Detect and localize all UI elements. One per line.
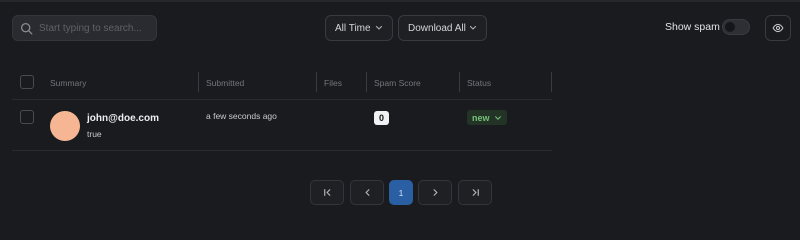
current-page-number: 1 bbox=[398, 187, 404, 198]
toggle-knob bbox=[725, 22, 735, 32]
time-filter-dropdown[interactable]: All Time bbox=[325, 15, 393, 41]
search-input[interactable] bbox=[39, 22, 149, 34]
last-page-button[interactable] bbox=[458, 180, 492, 205]
download-all-label: Download All bbox=[408, 22, 466, 34]
column-header-summary[interactable]: Summary bbox=[50, 78, 86, 88]
column-divider[interactable] bbox=[551, 72, 552, 92]
time-filter-label: All Time bbox=[335, 22, 371, 34]
submission-subtext: true bbox=[87, 129, 102, 139]
show-spam-toggle[interactable] bbox=[722, 19, 750, 35]
search-icon bbox=[20, 22, 33, 34]
avatar bbox=[50, 111, 80, 141]
select-all-checkbox[interactable] bbox=[20, 75, 34, 89]
top-border bbox=[0, 0, 800, 2]
column-header-files[interactable]: Files bbox=[324, 78, 342, 88]
chevron-left-icon bbox=[365, 189, 369, 196]
row-separator bbox=[12, 150, 552, 151]
column-header-submitted[interactable]: Submitted bbox=[206, 78, 244, 88]
download-all-dropdown[interactable]: Download All bbox=[398, 15, 487, 41]
column-divider[interactable] bbox=[366, 72, 367, 92]
status-dropdown[interactable]: new bbox=[467, 110, 507, 125]
spam-score-badge: 0 bbox=[374, 111, 389, 125]
submission-email[interactable]: john@doe.com bbox=[87, 113, 159, 124]
show-spam-label: Show spam bbox=[665, 21, 720, 33]
submitted-time: a few seconds ago bbox=[206, 111, 277, 121]
search-box[interactable] bbox=[12, 15, 157, 41]
column-divider[interactable] bbox=[198, 72, 199, 92]
spam-score-value: 0 bbox=[378, 113, 384, 123]
status-label: new bbox=[472, 112, 490, 123]
first-page-icon bbox=[323, 189, 330, 196]
chevron-down-icon bbox=[375, 25, 383, 30]
view-toggle-button[interactable] bbox=[765, 15, 791, 41]
column-header-spam-score[interactable]: Spam Score bbox=[374, 78, 421, 88]
next-page-button[interactable] bbox=[418, 180, 452, 205]
column-header-status[interactable]: Status bbox=[467, 78, 491, 88]
first-page-button[interactable] bbox=[310, 180, 344, 205]
eye-icon bbox=[772, 23, 784, 33]
row-checkbox[interactable] bbox=[20, 110, 34, 124]
column-divider[interactable] bbox=[459, 72, 460, 92]
chevron-right-icon bbox=[433, 189, 437, 196]
chevron-down-icon bbox=[469, 25, 477, 30]
last-page-icon bbox=[472, 189, 479, 196]
chevron-down-icon bbox=[494, 115, 501, 120]
column-divider[interactable] bbox=[316, 72, 317, 92]
page-button-current[interactable]: 1 bbox=[389, 180, 413, 205]
previous-page-button[interactable] bbox=[350, 180, 384, 205]
header-separator bbox=[12, 99, 552, 100]
